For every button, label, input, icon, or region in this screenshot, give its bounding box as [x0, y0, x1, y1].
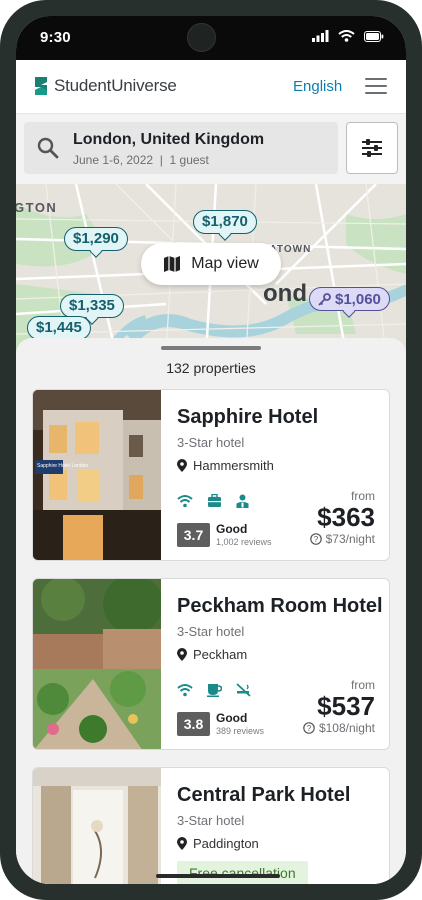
- hotel-name[interactable]: Sapphire Hotel: [177, 406, 318, 429]
- total-price: $537: [317, 691, 375, 721]
- battery-icon: [364, 30, 384, 42]
- hotel-info: Peckham Room Hotel 3-Star hotel Peckham …: [161, 579, 389, 749]
- hotel-info: Sapphire Hotel 3-Star hotel Hammersmith …: [161, 390, 389, 560]
- map-price-pin-label: $1,060: [335, 290, 381, 308]
- review-count[interactable]: 1,002 reviews: [216, 537, 272, 547]
- map-price-pin[interactable]: $1,335: [60, 294, 124, 318]
- location-pin-icon: [177, 459, 187, 472]
- nightly-price-text: $73/night: [325, 532, 375, 546]
- svg-text:?: ?: [307, 724, 312, 733]
- no-smoking-icon: [236, 683, 251, 697]
- destination-text: London, United Kingdom: [73, 131, 265, 148]
- search-bar: London, United Kingdom June 1-6, 2022 | …: [16, 114, 406, 184]
- dates-guests-text: June 1-6, 2022 | 1 guest: [73, 153, 209, 167]
- sliders-icon: [362, 139, 382, 157]
- wifi-status-icon: [338, 30, 355, 42]
- map-view-label: Map view: [191, 255, 259, 272]
- phone-frame: 9:30 StudentUniverse English London, Uni…: [0, 0, 422, 900]
- front-camera: [187, 23, 216, 52]
- filter-button[interactable]: [346, 122, 398, 174]
- luggage-icon: [208, 494, 221, 507]
- signal-icon: [312, 30, 329, 42]
- hotel-photo: [33, 579, 161, 749]
- hotel-class: 3-Star hotel: [177, 435, 245, 450]
- concierge-icon: [236, 494, 249, 508]
- amenities: [177, 494, 249, 508]
- hotel-photo: [33, 768, 161, 884]
- free-cancellation-badge: Free cancellation: [177, 861, 308, 884]
- amenities: [177, 683, 251, 697]
- price-prefix: from: [351, 489, 375, 503]
- rating-label: Good: [216, 711, 248, 725]
- hotel-photo: Sapphire Hotel London: [33, 390, 161, 560]
- hotel-info: Central Park Hotel 3-Star hotel Paddingt…: [161, 768, 389, 884]
- location-name: Peckham: [193, 647, 248, 662]
- location-name: Hammersmith: [193, 458, 274, 473]
- hotel-class: 3-Star hotel: [177, 813, 245, 828]
- location-pin-icon: [177, 837, 187, 850]
- total-price: $363: [317, 502, 375, 532]
- rating-score: 3.7: [177, 523, 210, 547]
- map-price-pin[interactable]: $1,870: [193, 210, 257, 234]
- search-icon: [37, 137, 59, 159]
- hotel-location: Peckham: [177, 647, 247, 662]
- map-price-pin[interactable]: $1,445: [27, 316, 91, 340]
- help-icon[interactable]: ?: [309, 533, 322, 545]
- status-time: 9:30: [40, 29, 71, 46]
- app-header: StudentUniverse English: [16, 60, 406, 114]
- results-sheet: 132 properties Sapphire Hotel London Sap…: [16, 338, 406, 884]
- sign-text: Sapphire Hotel London: [37, 463, 88, 469]
- hotel-card[interactable]: Peckham Room Hotel 3-Star hotel Peckham …: [32, 578, 390, 750]
- map-label-area: GTON: [16, 200, 58, 215]
- drag-handle[interactable]: [161, 346, 261, 350]
- location-name: Paddington: [193, 836, 259, 851]
- screen: 9:30 StudentUniverse English London, Uni…: [16, 16, 406, 884]
- price-prefix: from: [351, 678, 375, 692]
- status-icons: [312, 30, 384, 42]
- help-icon[interactable]: ?: [303, 722, 315, 734]
- svg-text:?: ?: [313, 535, 318, 544]
- key-icon: [318, 292, 331, 306]
- rating-score: 3.8: [177, 712, 210, 736]
- location-pin-icon: [177, 648, 187, 661]
- hotel-card[interactable]: Central Park Hotel 3-Star hotel Paddingt…: [32, 767, 390, 884]
- hotel-location: Hammersmith: [177, 458, 274, 473]
- status-bar: 9:30: [16, 16, 406, 60]
- logo[interactable]: StudentUniverse: [32, 76, 177, 96]
- map-label-city: ond: [263, 280, 307, 307]
- studentuniverse-logo-icon: [35, 77, 47, 95]
- hamburger-menu-icon[interactable]: [365, 78, 387, 94]
- brand-name: StudentUniverse: [54, 76, 177, 95]
- wifi-icon: [177, 495, 193, 508]
- language-selector[interactable]: English: [293, 78, 342, 95]
- home-indicator[interactable]: [156, 874, 280, 878]
- hotel-name[interactable]: Peckham Room Hotel: [177, 595, 383, 618]
- review-count[interactable]: 389 reviews: [216, 726, 264, 736]
- map[interactable]: GTON CHINATOWN ond $1,290 $1,870 $1,335 …: [16, 184, 406, 354]
- map-view-button[interactable]: Map view: [141, 243, 281, 285]
- hotel-name[interactable]: Central Park Hotel: [177, 784, 350, 807]
- rating-label: Good: [216, 522, 248, 536]
- results-count: 132 properties: [166, 360, 256, 376]
- map-price-pin[interactable]: $1,290: [64, 227, 128, 251]
- coffee-icon: [207, 684, 222, 697]
- nightly-price: ? $108/night: [303, 721, 375, 735]
- map-price-pin-featured[interactable]: $1,060: [309, 287, 390, 311]
- nightly-price: ? $73/night: [309, 532, 375, 546]
- wifi-icon: [177, 684, 193, 697]
- hotel-class: 3-Star hotel: [177, 624, 245, 639]
- hotel-location: Paddington: [177, 836, 259, 851]
- map-icon: [164, 256, 181, 272]
- hotel-card[interactable]: Sapphire Hotel London Sapphire Hotel 3-S…: [32, 389, 390, 561]
- search-field[interactable]: London, United Kingdom June 1-6, 2022 | …: [24, 122, 338, 174]
- nightly-price-text: $108/night: [318, 721, 375, 735]
